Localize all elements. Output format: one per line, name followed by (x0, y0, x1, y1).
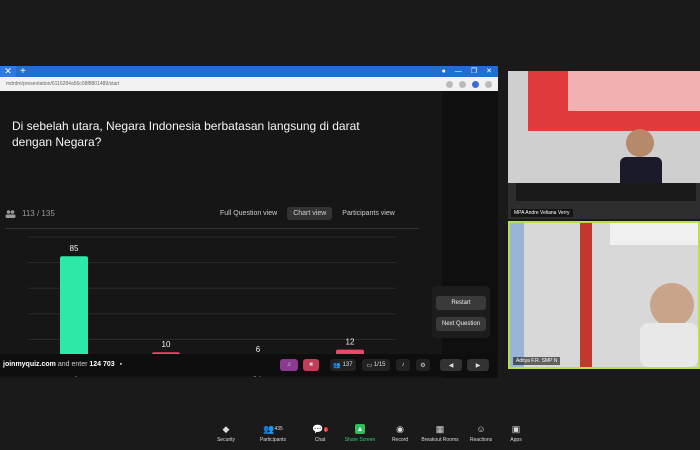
extension-icon[interactable] (459, 80, 466, 88)
tab-participants-view[interactable]: Participants view (336, 207, 401, 220)
music-toggle-button[interactable]: ♫ (280, 359, 298, 371)
menu-icon[interactable] (485, 80, 492, 88)
profile-avatar-icon[interactable] (472, 80, 479, 88)
new-tab-button[interactable]: + (20, 66, 26, 77)
reactions-label: Reactions (469, 437, 493, 443)
tab-chart-view[interactable]: Chart view (287, 207, 333, 220)
participants-button[interactable]: 👥 137 (330, 359, 356, 371)
close-window-icon[interactable]: ✕ (486, 66, 492, 77)
view-switcher: Full Question view Chart view Participan… (214, 207, 401, 220)
tab-full-question-view[interactable]: Full Question view (214, 207, 283, 220)
video-name-2: Aditya F.R. SMP N (513, 357, 561, 365)
quiz-stage: Di sebelah utara, Negara Indonesia berba… (0, 91, 442, 378)
bar-value-label: 6 (256, 345, 261, 354)
presenter-controls: Restart Next Question (432, 286, 490, 338)
join-code: 124 703 (89, 361, 115, 368)
share-screen-label: Share Screen (344, 437, 376, 443)
next-question-button[interactable]: Next Question (436, 317, 486, 331)
bar-value-label: 12 (346, 338, 355, 347)
grid-icon: ▦ (435, 423, 445, 434)
address-bar[interactable]: mdrdm/presentation/6116284a56c08f8801489… (0, 77, 498, 91)
quiz-bottom-bar: joinmyquiz.com and enter 124 703 ▪ ♫ ■ 👥… (0, 354, 498, 376)
slide-counter[interactable]: ▭ 1/15 (362, 359, 390, 371)
video-tile-aditya[interactable]: Aditya F.R. SMP N (508, 221, 700, 369)
slide-number: 1/15 (373, 362, 386, 368)
url-text[interactable]: mdrdm/presentation/6116284a56c08f8801489… (6, 81, 440, 87)
security-button[interactable]: ◆ Security (206, 423, 246, 444)
volume-icon[interactable]: ♪ (396, 359, 410, 371)
record-button[interactable]: ◉ Record (380, 423, 420, 444)
people-icon: 👥 435 (263, 423, 283, 434)
top-blank-area (0, 0, 700, 66)
record-icon: ◉ (396, 423, 404, 434)
chat-label: Chat (314, 437, 326, 443)
browser-window: ✕ + ● — ❐ ✕ mdrdm/presentation/6116284a5… (0, 66, 498, 378)
bar-malaysia (60, 256, 88, 365)
video-feed-2 (510, 223, 698, 367)
window-controls: ● — ❐ ✕ (442, 66, 492, 77)
shield-icon: ◆ (222, 423, 230, 434)
star-icon[interactable] (446, 80, 453, 88)
users-icon (5, 209, 16, 218)
breakout-rooms-label: Breakout Rooms (421, 437, 459, 443)
tab-close-icon[interactable]: ✕ (0, 66, 16, 77)
chat-badge: 1 (323, 426, 328, 432)
restart-button[interactable]: Restart (436, 296, 486, 310)
browser-tabbar: ✕ + ● — ❐ ✕ (0, 66, 498, 77)
video-feed-1 (508, 71, 700, 219)
minimize-icon[interactable]: — (455, 66, 462, 77)
apps-icon: ▣ (511, 423, 521, 434)
security-label: Security (216, 437, 236, 443)
share-screen-button[interactable]: ▲ Share Screen (340, 424, 380, 443)
pause-button[interactable]: ■ (303, 359, 319, 371)
divider (5, 228, 419, 229)
previous-button[interactable]: ◀ (440, 359, 462, 371)
chat-button[interactable]: 💬 1 Chat (300, 424, 340, 443)
slides-icon: ▭ (366, 362, 373, 369)
copy-icon[interactable]: ▪ (120, 361, 122, 368)
record-label: Record (391, 437, 409, 443)
participants-toolbar-count: 435 (274, 426, 283, 432)
settings-icon[interactable]: ⚙ (416, 359, 430, 371)
reactions-button[interactable]: ☺ Reactions (461, 424, 501, 443)
maximize-icon[interactable]: ❐ (471, 66, 477, 77)
chat-icon: 💬 1 (312, 423, 328, 434)
zoom-toolbar: ◆ Security 👥 435 Participants 💬 1 Chat ▲ Share… (0, 420, 700, 450)
video-name-1: MPA Andre Veliana Verry (511, 209, 573, 217)
profile-icon[interactable]: ● (442, 66, 446, 77)
join-url: joinmyquiz.com (3, 361, 56, 368)
participants-toolbar-button[interactable]: 👥 435 Participants (253, 423, 293, 444)
join-instructions: joinmyquiz.com and enter 124 703 ▪ (3, 361, 122, 368)
participants-label: Participants (259, 437, 287, 443)
bar-value-label: 10 (162, 340, 171, 349)
response-count-text: 113 / 135 (22, 209, 55, 218)
participants-count: 137 (342, 362, 353, 368)
apps-button[interactable]: ▣ Apps (496, 423, 536, 444)
apps-label: Apps (510, 437, 522, 443)
breakout-rooms-button[interactable]: ▦ Breakout Rooms (420, 423, 460, 444)
participants-icon: 👥 (333, 362, 341, 369)
join-middle-text: and enter (55, 361, 90, 368)
video-tile-andre[interactable]: MPA Andre Veliana Verry (508, 71, 700, 219)
response-count: 113 / 135 (5, 209, 55, 218)
next-button[interactable]: ▶ (467, 359, 489, 371)
smiley-icon: ☺ (476, 424, 486, 434)
bar-value-label: 85 (70, 244, 79, 253)
question-text: Di sebelah utara, Negara Indonesia berba… (12, 119, 360, 149)
share-screen-icon: ▲ (355, 424, 365, 434)
